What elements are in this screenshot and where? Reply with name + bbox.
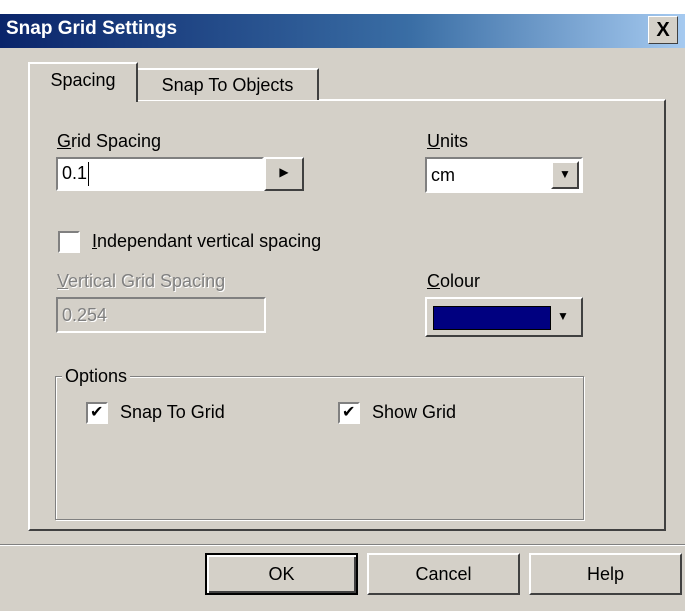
snap-to-grid-label[interactable]: Snap To Grid [120, 402, 225, 423]
window-top-edge [0, 0, 685, 14]
independent-label-text: ndependant vertical spacing [97, 231, 322, 251]
grid-spacing-mnemonic: G [57, 131, 72, 151]
ok-button[interactable]: OK [205, 553, 358, 595]
tab-snap-to-objects[interactable]: Snap To Objects [138, 68, 319, 100]
chevron-down-icon: ▼ [557, 309, 569, 323]
close-button[interactable]: X [648, 16, 678, 44]
window-title: Snap Grid Settings [6, 18, 178, 39]
cancel-button[interactable]: Cancel [367, 553, 520, 595]
independent-vertical-checkbox[interactable] [58, 231, 80, 253]
grid-spacing-label-text: rid Spacing [71, 131, 162, 151]
checkmark-icon: ✔ [90, 404, 104, 421]
help-button[interactable]: Help [529, 553, 682, 595]
units-label-text: nits [440, 131, 469, 151]
play-arrow-icon: ▶ [279, 165, 289, 179]
vertical-mnemonic: V [57, 271, 69, 291]
tab-spacing[interactable]: Spacing [28, 62, 138, 102]
units-select[interactable]: cm ▼ [425, 157, 583, 193]
units-value: cm [431, 165, 455, 185]
snap-to-grid-checkbox[interactable]: ✔ [86, 402, 108, 424]
tab-snap-to-objects-label: Snap To Objects [161, 75, 294, 95]
show-grid-label[interactable]: Show Grid [372, 402, 456, 423]
colour-picker-button[interactable]: ▼ [425, 297, 583, 337]
close-icon: X [656, 19, 670, 41]
text-caret [88, 162, 89, 186]
dialog-window: Snap Grid Settings X Spacing Snap To Obj… [0, 0, 685, 611]
options-group [55, 376, 584, 520]
vertical-grid-spacing-input[interactable]: 0.254 [56, 297, 266, 333]
grid-spacing-value: 0.1 [62, 163, 88, 183]
vertical-grid-spacing-value: 0.254 [62, 305, 108, 325]
units-dropdown-button[interactable]: ▼ [551, 161, 579, 189]
tab-spacing-label: Spacing [50, 70, 116, 90]
vertical-label-text: ertical Grid Spacing [68, 271, 226, 291]
cancel-button-label: Cancel [415, 564, 472, 584]
options-legend: Options [62, 366, 131, 387]
independent-vertical-label[interactable]: Independant vertical spacing [92, 231, 321, 252]
units-label: Units [427, 131, 468, 152]
show-grid-checkbox[interactable]: ✔ [338, 402, 360, 424]
checkmark-icon: ✔ [342, 404, 356, 421]
grid-spacing-input[interactable]: 0.1 [56, 157, 264, 191]
chevron-down-icon: ▼ [559, 167, 571, 181]
grid-spacing-arrow-button[interactable]: ▶ [264, 157, 304, 191]
help-button-label: Help [586, 564, 625, 584]
colour-label: Colour [427, 271, 480, 292]
title-bar[interactable]: Snap Grid Settings X [0, 14, 685, 48]
bottom-separator [0, 544, 685, 546]
grid-spacing-label: Grid Spacing [57, 131, 161, 152]
ok-button-label: OK [268, 564, 295, 584]
colour-mnemonic: C [427, 271, 440, 291]
vertical-grid-spacing-label: Vertical Grid Spacing [57, 271, 225, 292]
units-mnemonic: U [427, 131, 440, 151]
colour-swatch [433, 306, 551, 330]
colour-label-text: olour [440, 271, 481, 291]
